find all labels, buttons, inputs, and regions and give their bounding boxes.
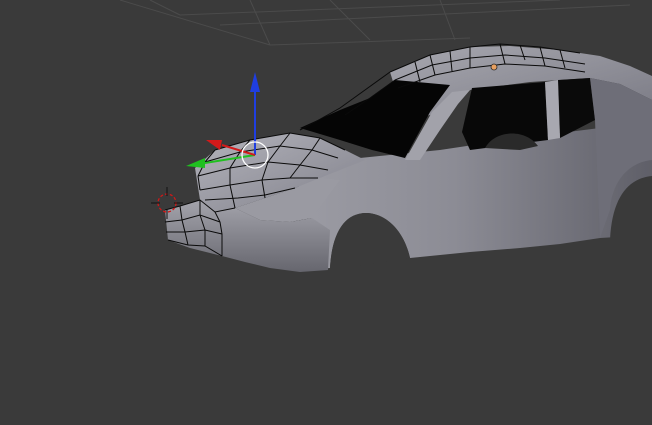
object-origin-icon[interactable] bbox=[490, 63, 498, 71]
floor-grid bbox=[119, 0, 631, 46]
z-axis-arrow[interactable] bbox=[250, 72, 260, 92]
y-axis-arrow[interactable] bbox=[186, 158, 205, 168]
x-axis-arrow[interactable] bbox=[206, 140, 222, 150]
3d-viewport[interactable] bbox=[0, 0, 652, 425]
car-window-rear bbox=[558, 78, 595, 138]
viewport-scene[interactable] bbox=[0, 0, 652, 425]
